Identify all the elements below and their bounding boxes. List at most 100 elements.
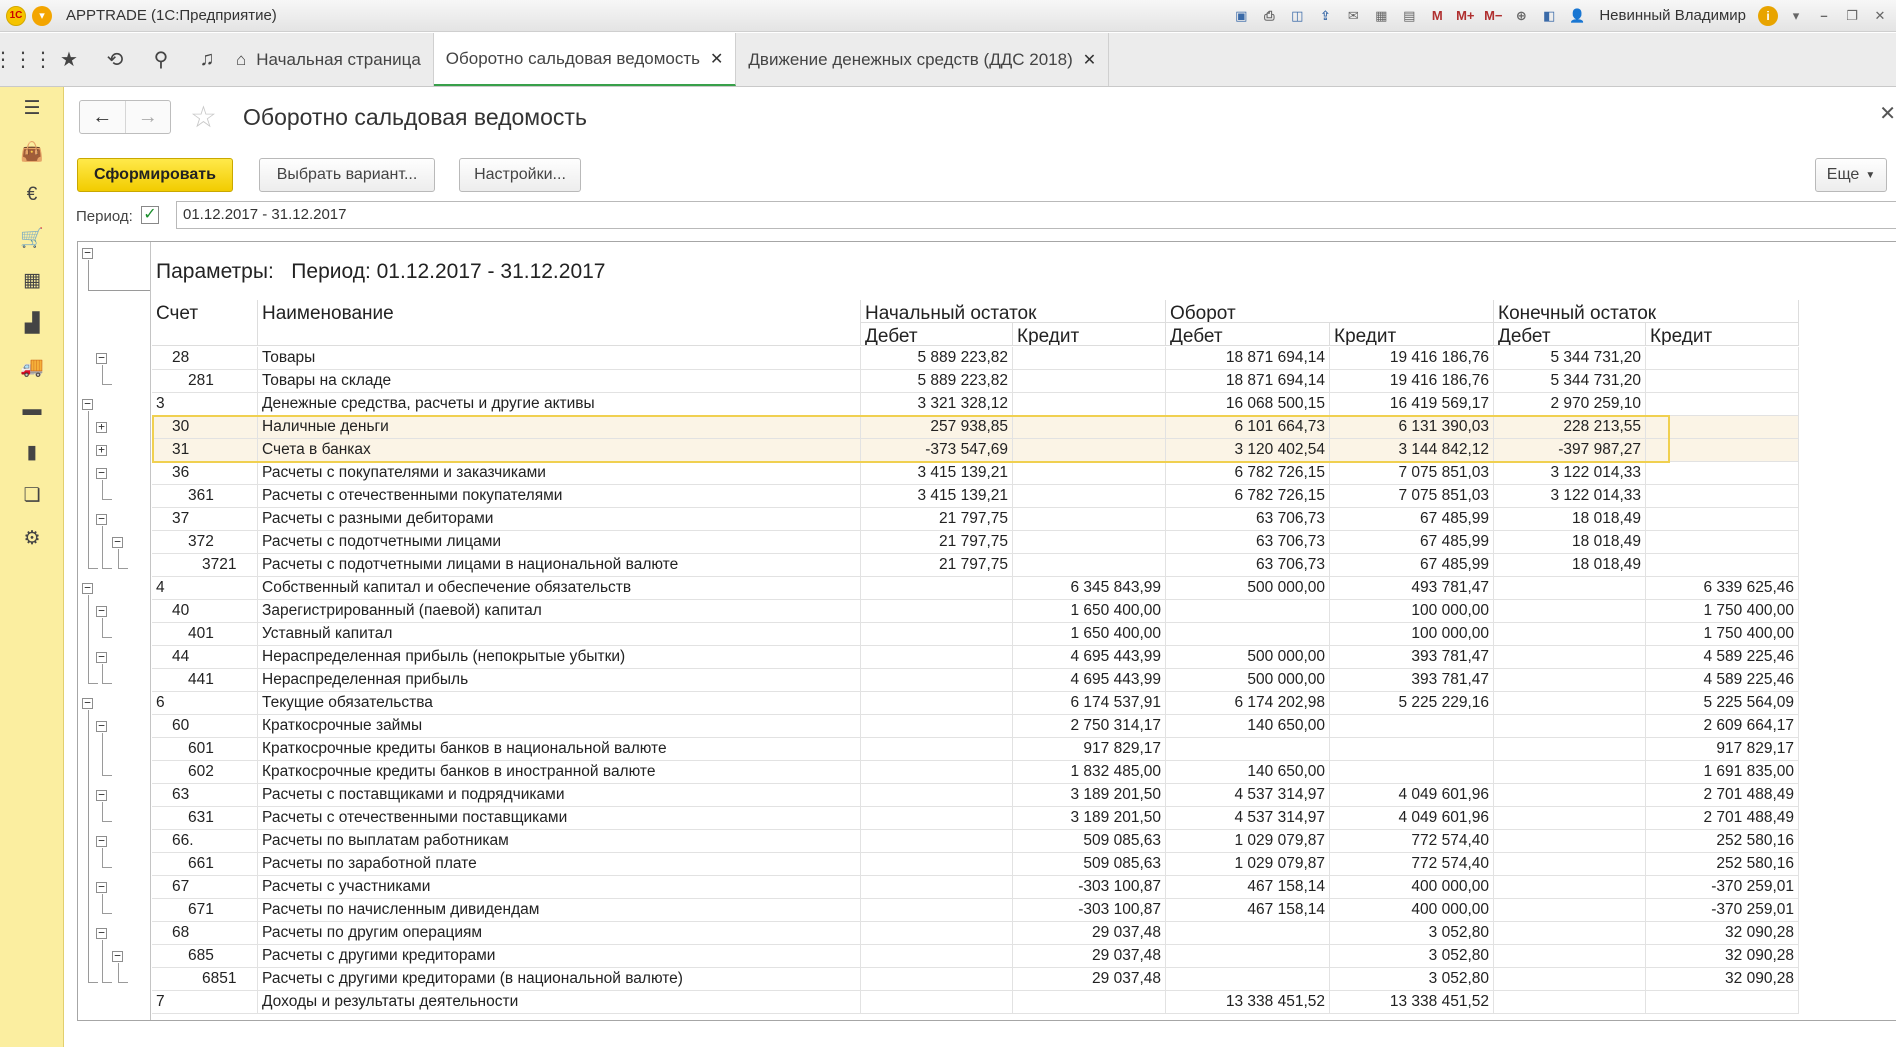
minimize-icon[interactable]: –	[1814, 6, 1834, 26]
favorite-star-icon[interactable]: ☆	[190, 100, 217, 135]
collapse-group-icon[interactable]: −	[96, 789, 107, 801]
table-row[interactable]: 6851 Расчеты с другими кредиторами (в нац…	[152, 968, 1799, 991]
euro-icon[interactable]: €	[0, 173, 64, 216]
collapse-group-icon[interactable]: −	[112, 536, 123, 548]
close-icon[interactable]: ✕	[1083, 50, 1096, 70]
user-name[interactable]: Невинный Владимир	[1599, 7, 1746, 24]
reports-chart-icon[interactable]: ▮	[0, 431, 64, 474]
expand-group-icon[interactable]: +	[96, 444, 107, 456]
collapse-group-icon[interactable]: −	[96, 605, 107, 617]
notifications-bell-icon[interactable]: ♫	[184, 33, 230, 86]
tab-dds[interactable]: Движение денежных средств (ДДС 2018) ✕	[736, 33, 1110, 86]
search-icon[interactable]: ⚲	[138, 33, 184, 86]
collapse-group-icon[interactable]: −	[82, 697, 93, 709]
print-icon[interactable]: ⎙	[1259, 6, 1279, 26]
table-row[interactable]: 631 Расчеты с отечественными поставщиками…	[152, 807, 1799, 830]
cell-account: 7	[152, 991, 258, 1014]
table-row[interactable]: 6 Текущие обязательства 6 174 537,91 6 174 …	[152, 692, 1799, 715]
save-icon[interactable]: ▣	[1231, 6, 1251, 26]
sections-grid-icon[interactable]: ⋮⋮⋮	[0, 33, 53, 86]
main-menu-icon[interactable]: ▾	[32, 5, 52, 26]
table-row[interactable]: 36 Расчеты с покупателями и заказчиками 3 …	[152, 462, 1799, 485]
table-row[interactable]: 601 Краткосрочные кредиты банков в национ…	[152, 738, 1799, 761]
table-row[interactable]: 66. Расчеты по выплатам работникам 509 085…	[152, 830, 1799, 853]
table-row[interactable]: 30 Наличные деньги 257 938,85 6 101 664,73 6…	[152, 416, 1799, 439]
link-icon[interactable]: ⇪	[1315, 6, 1335, 26]
expand-group-icon[interactable]: +	[96, 421, 107, 433]
collapse-group-icon[interactable]: −	[96, 352, 107, 364]
table-row[interactable]: 28 Товары 5 889 223,82 18 871 694,14 19 416 …	[152, 347, 1799, 370]
table-row[interactable]: 401 Уставный капитал 1 650 400,00 100 000,0…	[152, 623, 1799, 646]
report-document[interactable]: − − + + − − − − − − − − − − − − − − Параметры: Период: 01…	[77, 241, 1896, 1021]
table-row[interactable]: 4 Собственный капитал и обеспечение обяза…	[152, 577, 1799, 600]
table-row[interactable]: 661 Расчеты по заработной плате 509 085,63…	[152, 853, 1799, 876]
collapse-group-icon[interactable]: −	[96, 881, 107, 893]
table-row[interactable]: 67 Расчеты с участниками -303 100,87 467 15…	[152, 876, 1799, 899]
generate-button[interactable]: Сформировать	[77, 158, 233, 192]
collapse-group-icon[interactable]: −	[96, 467, 107, 479]
table-row[interactable]: 602 Краткосрочные кредиты банков в иностр…	[152, 761, 1799, 784]
table-row[interactable]: 68 Расчеты по другим операциям 29 037,48 3 …	[152, 922, 1799, 945]
memory-m-minus-icon[interactable]: M−	[1483, 6, 1503, 26]
warehouse-grid-icon[interactable]: ▦	[0, 259, 64, 302]
table-row[interactable]: 361 Расчеты с отечественными покупателями…	[152, 485, 1799, 508]
close-icon[interactable]: ✕	[710, 49, 723, 69]
chevron-down-icon[interactable]: ▾	[1786, 6, 1806, 26]
collapse-group-icon[interactable]: −	[112, 950, 123, 962]
table-row[interactable]: 63 Расчеты с поставщиками и подрядчиками 3…	[152, 784, 1799, 807]
preview-icon[interactable]: ◫	[1287, 6, 1307, 26]
table-row[interactable]: 685 Расчеты с другими кредиторами 29 037,4…	[152, 945, 1799, 968]
table-row[interactable]: 3 Денежные средства, расчеты и другие акт…	[152, 393, 1799, 416]
table-row[interactable]: 3721 Расчеты с подотчетными лицами в наци…	[152, 554, 1799, 577]
panels-icon[interactable]: ◧	[1539, 6, 1559, 26]
zoom-icon[interactable]: ⊕	[1511, 6, 1531, 26]
settings-gear-icon[interactable]: ⚙	[0, 517, 64, 560]
table-row[interactable]: 40 Зарегистрированный (паевой) капитал 1 6…	[152, 600, 1799, 623]
factory-icon[interactable]: ▟	[0, 302, 64, 345]
collapse-group-icon[interactable]: −	[96, 835, 107, 847]
close-form-icon[interactable]: ✕	[1879, 101, 1896, 126]
memory-m-icon[interactable]: M	[1427, 6, 1447, 26]
calendar-icon[interactable]: ▤	[1399, 6, 1419, 26]
settings-button[interactable]: Настройки...	[459, 158, 581, 192]
period-checkbox[interactable]: ✓	[141, 206, 159, 224]
collapse-group-icon[interactable]: −	[82, 582, 93, 594]
documents-icon[interactable]: ❏	[0, 474, 64, 517]
table-row[interactable]: 372 Расчеты с подотчетными лицами 21 797,7…	[152, 531, 1799, 554]
collapse-group-icon[interactable]: −	[96, 927, 107, 939]
table-row[interactable]: 37 Расчеты с разными дебиторами 21 797,75 6…	[152, 508, 1799, 531]
table-row[interactable]: 441 Нераспределенная прибыль 4 695 443,99 5…	[152, 669, 1799, 692]
history-icon[interactable]: ⟲	[92, 33, 138, 86]
table-row[interactable]: 60 Краткосрочные займы 2 750 314,17 140 650…	[152, 715, 1799, 738]
favorites-star-icon[interactable]: ★	[46, 33, 92, 86]
close-window-icon[interactable]: ✕	[1870, 6, 1890, 26]
collapse-group-icon[interactable]: −	[96, 720, 107, 732]
mail-icon[interactable]: ✉	[1343, 6, 1363, 26]
more-button[interactable]: Еще ▼	[1815, 158, 1887, 192]
period-field[interactable]: 01.12.2017 - 31.12.2017	[176, 201, 1896, 229]
main-menu-lines-icon[interactable]: ☰	[0, 87, 64, 130]
table-row[interactable]: 671 Расчеты по начисленным дивидендам -303…	[152, 899, 1799, 922]
table-row[interactable]: 44 Нераспределенная прибыль (непокрытые у…	[152, 646, 1799, 669]
shopping-bag-icon[interactable]: 👜	[0, 130, 64, 173]
info-icon[interactable]: i	[1758, 5, 1778, 26]
tab-osv[interactable]: Оборотно сальдовая ведомость ✕	[433, 33, 737, 86]
table-row[interactable]: 7 Доходы и результаты деятельности 13 338 …	[152, 991, 1799, 1014]
collapse-group-icon[interactable]: −	[82, 398, 93, 410]
restore-icon[interactable]: ❐	[1842, 6, 1862, 26]
collapse-group-icon[interactable]: −	[96, 651, 107, 663]
choose-variant-button[interactable]: Выбрать вариант...	[259, 158, 435, 192]
memory-m-plus-icon[interactable]: M+	[1455, 6, 1475, 26]
collapse-group-icon[interactable]: −	[82, 247, 93, 259]
table-row[interactable]: 31 Счета в банках -373 547,69 3 120 402,54 3…	[152, 439, 1799, 462]
tab-home[interactable]: ⌂ Начальная страница	[230, 33, 434, 86]
back-arrow-icon[interactable]: ←	[80, 101, 125, 133]
truck-icon[interactable]: 🚚	[0, 345, 64, 388]
calculator-icon[interactable]: ▦	[1371, 6, 1391, 26]
table-row[interactable]: 281 Товары на складе 5 889 223,82 18 871 69…	[152, 370, 1799, 393]
cell-closing-debit	[1494, 830, 1646, 853]
forward-arrow-icon[interactable]: →	[124, 101, 171, 133]
cart-icon[interactable]: 🛒	[0, 216, 64, 259]
card-icon[interactable]: ▬	[0, 388, 64, 431]
collapse-group-icon[interactable]: −	[96, 513, 107, 525]
